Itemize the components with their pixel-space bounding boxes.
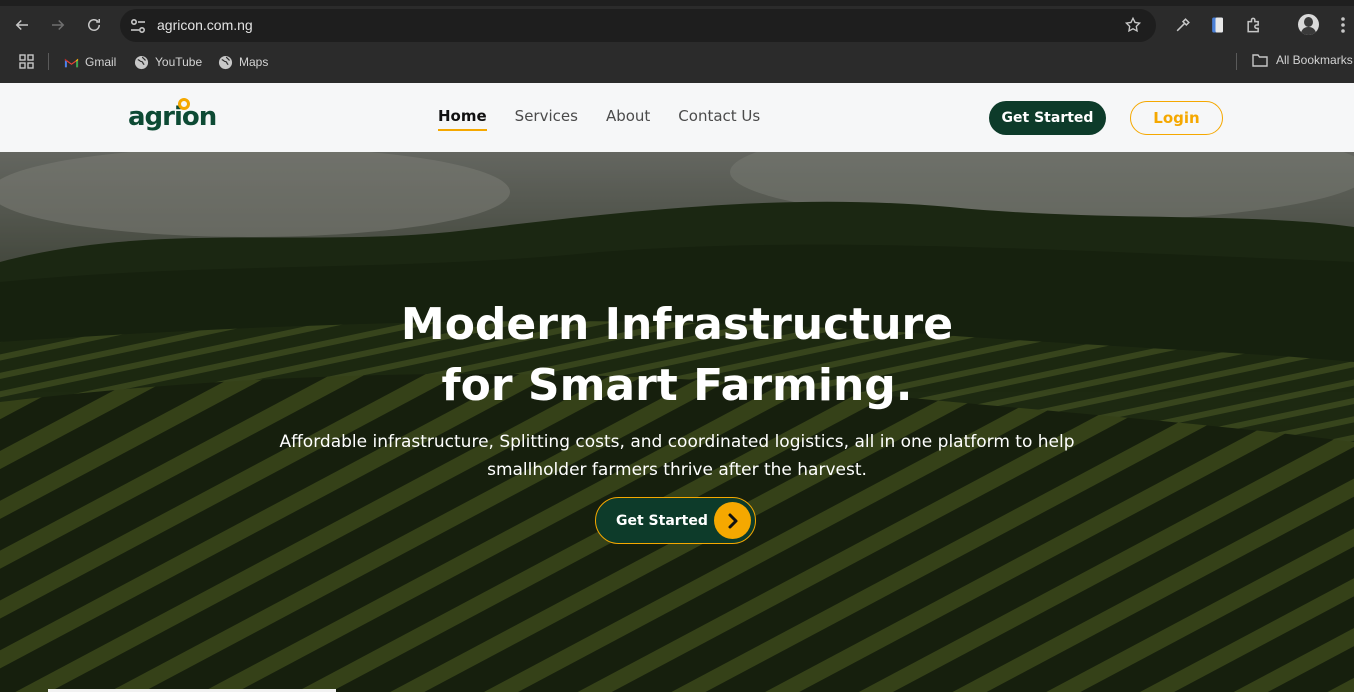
hero-title: Modern Infrastructure for Smart Farming. — [0, 294, 1354, 416]
forward-button[interactable] — [46, 13, 70, 37]
url-text[interactable]: agricon.com.ng — [157, 17, 253, 33]
bookmark-label: YouTube — [155, 55, 203, 69]
bookmark-gmail[interactable]: Gmail — [64, 53, 116, 71]
all-bookmarks-button[interactable]: All Bookmarks — [1252, 53, 1353, 67]
extension-document-icon[interactable] — [1208, 15, 1228, 35]
bookmarks-separator — [1236, 53, 1237, 70]
site-header: agrion Home Services About Contact Us Ge… — [0, 83, 1354, 152]
bookmarks-bar: Gmail YouTube Maps All Bookmarks — [0, 50, 1354, 74]
arrow-right-icon — [52, 19, 65, 31]
browser-chrome: agricon.com.ng Gmail YouTube Maps All Bo… — [0, 0, 1354, 83]
main-nav: Home Services About Contact Us — [438, 107, 760, 131]
bookmark-star-icon[interactable] — [1124, 16, 1142, 34]
logo-text: agrion — [128, 102, 217, 132]
back-button[interactable] — [10, 13, 34, 37]
hero-title-line-1: Modern Infrastructure — [400, 299, 954, 350]
bookmark-youtube[interactable]: YouTube — [134, 53, 202, 71]
folder-icon — [1252, 54, 1268, 67]
eyedropper-icon[interactable] — [1173, 15, 1193, 35]
address-bar[interactable]: agricon.com.ng — [120, 9, 1156, 42]
reload-icon — [88, 19, 100, 31]
globe-icon — [134, 55, 149, 69]
hero-get-started-button[interactable]: Get Started — [595, 497, 756, 544]
arrow-left-icon — [15, 19, 28, 31]
site-info-icon[interactable] — [128, 16, 148, 36]
bookmark-label: Maps — [239, 55, 269, 69]
hero-cta-label: Get Started — [616, 512, 708, 529]
login-button[interactable]: Login — [1130, 101, 1223, 135]
apps-grid-icon[interactable] — [19, 54, 34, 69]
profile-avatar[interactable] — [1298, 14, 1319, 35]
farmland-background-image — [0, 152, 1354, 692]
all-bookmarks-label: All Bookmarks — [1276, 53, 1353, 67]
chevron-right-icon — [714, 502, 751, 539]
hero-title-line-2: for Smart Farming. — [441, 360, 913, 411]
nav-contact-us[interactable]: Contact Us — [678, 107, 760, 131]
reload-button[interactable] — [82, 13, 106, 37]
bookmark-maps[interactable]: Maps — [218, 53, 268, 71]
get-started-button[interactable]: Get Started — [989, 101, 1106, 135]
more-menu-icon[interactable] — [1335, 15, 1351, 35]
hero-section: Modern Infrastructure for Smart Farming.… — [0, 152, 1354, 692]
nav-about[interactable]: About — [606, 107, 650, 131]
gmail-icon — [64, 58, 79, 67]
bookmark-label: Gmail — [85, 55, 117, 69]
nav-services[interactable]: Services — [515, 107, 578, 131]
extensions-puzzle-icon[interactable] — [1244, 15, 1264, 35]
bookmarks-separator — [48, 53, 49, 70]
hero-subtitle: Affordable infrastructure, Splitting cos… — [279, 432, 1075, 480]
agrion-logo[interactable]: agrion — [128, 96, 218, 136]
logo-sun-icon — [178, 98, 190, 110]
nav-home[interactable]: Home — [438, 107, 487, 131]
globe-icon — [218, 55, 233, 69]
tab-strip — [0, 0, 1354, 6]
